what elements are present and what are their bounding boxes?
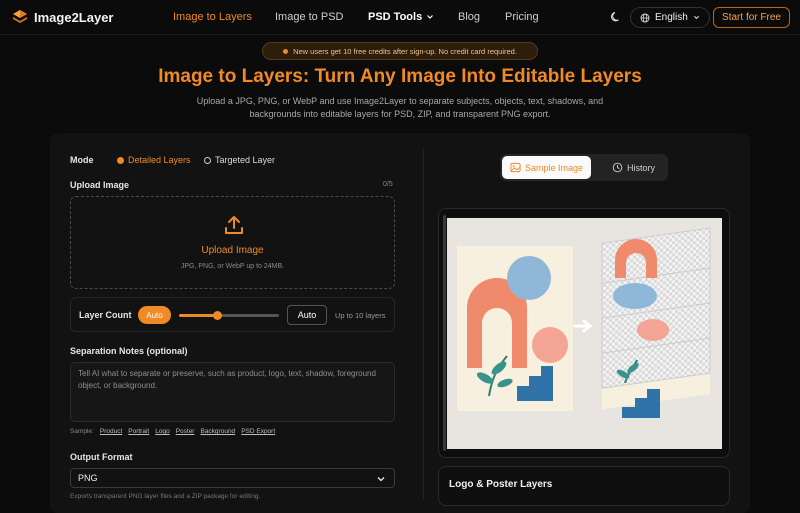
- sample-psd-export[interactable]: PSD Export: [241, 428, 275, 435]
- page-subtitle: Upload a JPG, PNG, or WebP and use Image…: [196, 96, 604, 119]
- mode-label: Mode: [70, 155, 94, 165]
- language-label: English: [655, 12, 688, 23]
- layer-count-auto-toggle[interactable]: Auto: [138, 306, 171, 324]
- sample-preview-image: [447, 218, 722, 449]
- clock-icon: [612, 162, 623, 173]
- sample-card-title: Logo & Poster Layers: [449, 479, 553, 490]
- output-format-value: PNG: [78, 473, 98, 483]
- promo-text: New users get 10 free credits after sign…: [293, 46, 517, 56]
- sample-background[interactable]: Background: [200, 428, 235, 435]
- output-format-select[interactable]: PNG: [70, 468, 395, 488]
- radio-selected-icon: [117, 156, 124, 164]
- chevron-down-icon: [377, 477, 385, 482]
- sample-portrait[interactable]: Portrait: [128, 428, 149, 435]
- poster-original: [457, 246, 573, 411]
- output-format-hint: Exports transparent PNG layer files and …: [70, 493, 261, 500]
- sample-poster[interactable]: Poster: [176, 428, 195, 435]
- chevron-down-icon: [693, 15, 699, 20]
- upload-dropzone[interactable]: Upload Image JPG, PNG, or WebP up to 24M…: [70, 196, 395, 289]
- mode-option-targeted[interactable]: Targeted Layer: [204, 155, 275, 165]
- upload-label: Upload Image: [70, 180, 130, 190]
- notes-textarea[interactable]: Tell AI what to separate or preserve, su…: [70, 362, 395, 422]
- layer-count-slider[interactable]: [179, 311, 279, 320]
- preview-scrollbar[interactable]: [443, 215, 446, 451]
- layer-count-hint: Up to 10 layers: [335, 311, 386, 320]
- layers-logo-icon: [13, 10, 27, 23]
- nav-psd-tools-label: PSD Tools: [368, 11, 423, 23]
- tab-history-label: History: [627, 162, 656, 173]
- upload-count: 0/5: [383, 181, 393, 188]
- upload-icon: [225, 216, 243, 234]
- tab-sample-image-label: Sample Image: [525, 162, 584, 173]
- promo-banner: New users get 10 free credits after sign…: [262, 42, 538, 60]
- image-icon: [510, 162, 521, 173]
- chevron-down-icon: [427, 15, 434, 19]
- moon-icon[interactable]: [610, 11, 622, 23]
- tab-sample-image[interactable]: Sample Image: [502, 156, 592, 179]
- nav-blog[interactable]: Blog: [458, 11, 480, 23]
- sample-links: Sample: Product Portrait Logo Poster Bac…: [70, 428, 275, 435]
- notes-label: Separation Notes (optional): [70, 346, 188, 356]
- layer-count-row: Layer Count Auto Auto Up to 10 layers: [70, 297, 395, 332]
- brand-logo[interactable]: Image2Layer: [12, 9, 114, 25]
- sample-product[interactable]: Product: [100, 428, 122, 435]
- mode-option-detailed[interactable]: Detailed Layers: [117, 155, 191, 165]
- upload-hint: JPG, PNG, or WebP up to 24MB.: [180, 263, 285, 270]
- nav-image-to-psd[interactable]: Image to PSD: [275, 11, 343, 23]
- sample-label: Sample:: [70, 428, 94, 435]
- radio-unselected-icon: [204, 156, 211, 164]
- sample-card: Logo & Poster Layers: [438, 466, 730, 506]
- language-selector[interactable]: English: [630, 7, 710, 28]
- upload-cta: Upload Image: [201, 245, 264, 256]
- brand-name: Image2Layer: [34, 9, 114, 25]
- top-nav: Image2Layer Image to Layers Image to PSD…: [0, 0, 800, 35]
- tab-history[interactable]: History: [604, 156, 663, 179]
- nav-image-to-layers[interactable]: Image to Layers: [173, 11, 252, 23]
- layer-stack: [601, 227, 711, 418]
- sample-logo[interactable]: Logo: [155, 428, 169, 435]
- nav-pricing[interactable]: Pricing: [505, 11, 539, 23]
- mode-option-targeted-label: Targeted Layer: [215, 155, 276, 165]
- globe-icon: [640, 13, 650, 22]
- preview-tabs: Sample Image History: [500, 154, 668, 181]
- mode-option-detailed-label: Detailed Layers: [128, 155, 191, 165]
- output-format-label: Output Format: [70, 452, 133, 462]
- promo-dot-icon: [283, 48, 289, 54]
- layer-count-label: Layer Count: [79, 310, 132, 320]
- layer-count-value[interactable]: Auto: [287, 305, 327, 325]
- slider-fill: [179, 314, 217, 317]
- nav-psd-tools[interactable]: PSD Tools: [368, 11, 434, 23]
- page-title: Image to Layers: Turn Any Image Into Edi…: [158, 66, 642, 87]
- start-for-free-button[interactable]: Start for Free: [713, 7, 790, 28]
- panel-divider: [423, 150, 424, 500]
- slider-thumb[interactable]: [212, 311, 222, 320]
